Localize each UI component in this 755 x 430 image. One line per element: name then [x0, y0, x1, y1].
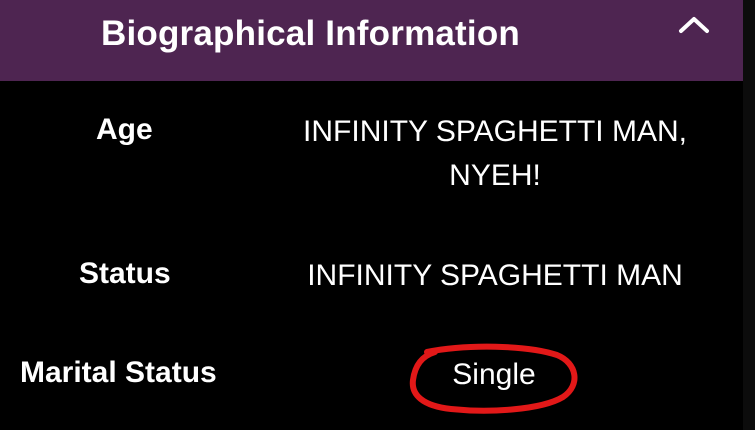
- status-label: Status: [79, 257, 171, 290]
- status-value: INFINITY SPAGHETTI MAN: [307, 259, 683, 292]
- section-title: Biographical Information: [101, 14, 520, 53]
- age-value: INFINITY SPAGHETTI MAN, NYEH!: [303, 115, 687, 192]
- red-circle-annotation: [409, 343, 578, 414]
- chevron-up-icon: [679, 17, 709, 33]
- marital-status-label: Marital Status: [20, 356, 217, 389]
- biographical-information-panel: Biographical Information Age INFINITY SP…: [0, 0, 755, 430]
- age-label: Age: [96, 113, 153, 146]
- section-header[interactable]: Biographical Information: [0, 0, 743, 81]
- collapse-toggle-button[interactable]: [672, 4, 716, 40]
- scrollbar-track[interactable]: [743, 0, 755, 430]
